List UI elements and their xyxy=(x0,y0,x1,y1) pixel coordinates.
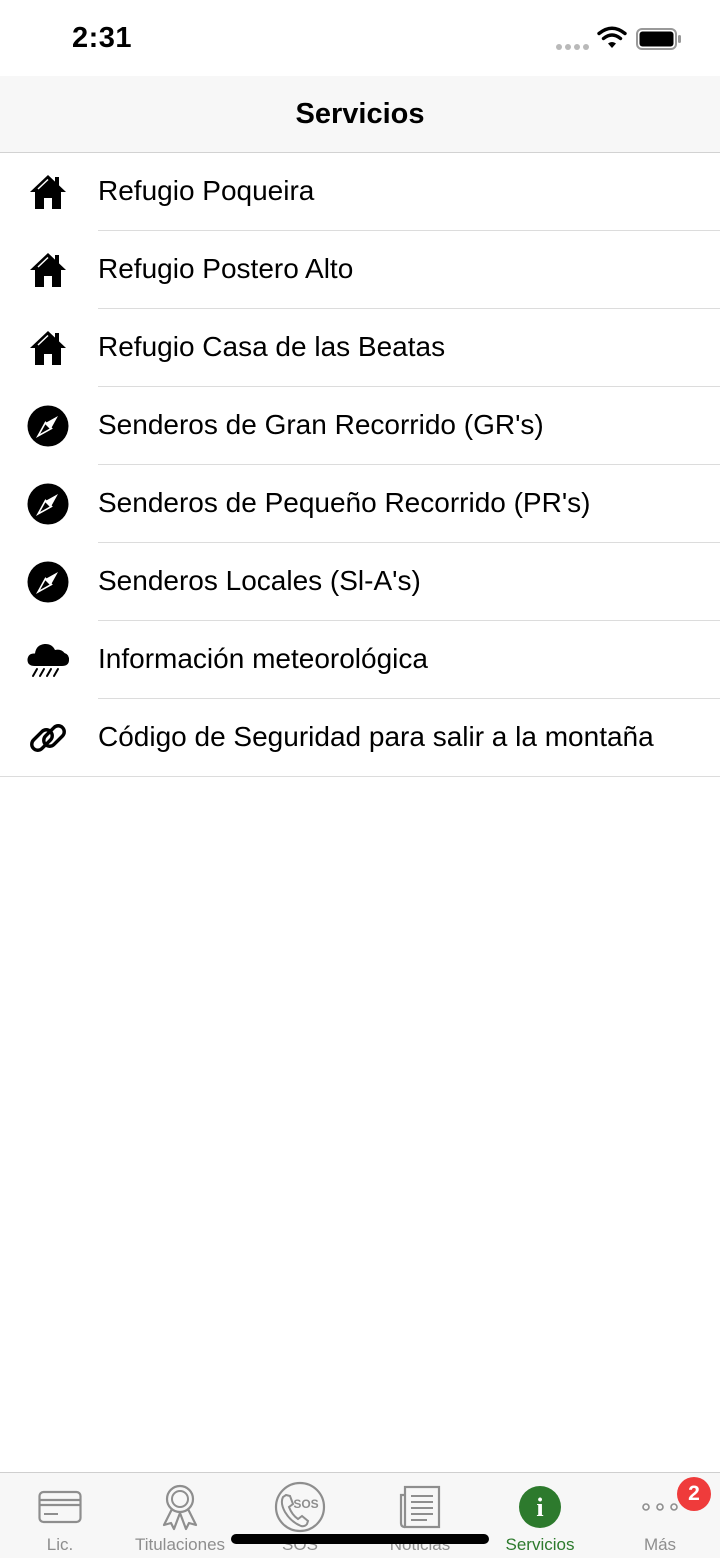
list-item-codigo-seguridad[interactable]: Código de Seguridad para salir a la mont… xyxy=(0,699,720,777)
list-item-label: Código de Seguridad para salir a la mont… xyxy=(98,721,654,752)
tab-label: Titulaciones xyxy=(134,1535,226,1554)
rain-cloud-icon xyxy=(26,638,70,682)
sos-phone-icon: SOS xyxy=(274,1481,326,1533)
svg-text:SOS: SOS xyxy=(293,1497,318,1511)
house-icon xyxy=(26,170,70,214)
list-item-label: Senderos Locales (Sl-A's) xyxy=(98,565,421,596)
award-ribbon-icon xyxy=(154,1481,206,1533)
tab-licencia[interactable]: Lic. xyxy=(0,1473,120,1558)
info-icon: i xyxy=(514,1481,566,1533)
house-icon xyxy=(26,248,70,292)
tab-sos[interactable]: SOS SOS xyxy=(240,1473,360,1558)
license-card-icon xyxy=(34,1481,86,1533)
tab-servicios[interactable]: i Servicios xyxy=(480,1473,600,1558)
battery-icon xyxy=(636,28,681,50)
newspaper-icon xyxy=(394,1481,446,1533)
compass-icon xyxy=(26,560,70,604)
list-item-refugio-poqueira[interactable]: Refugio Poqueira xyxy=(0,153,720,231)
services-list: Refugio Poqueira Refugio Postero Alto Re… xyxy=(0,153,720,777)
compass-icon xyxy=(26,404,70,448)
wifi-icon xyxy=(597,26,627,48)
status-time: 2:31 xyxy=(72,22,133,54)
tab-titulaciones[interactable]: Titulaciones xyxy=(120,1473,240,1558)
tab-label: Más xyxy=(643,1535,677,1554)
list-item-label: Senderos de Pequeño Recorrido (PR's) xyxy=(98,487,591,518)
list-item-senderos-locales[interactable]: Senderos Locales (Sl-A's) xyxy=(0,543,720,621)
home-indicator[interactable] xyxy=(231,1534,489,1544)
navigation-bar: Servicios xyxy=(0,76,720,153)
list-item-refugio-casa-beatas[interactable]: Refugio Casa de las Beatas xyxy=(0,309,720,387)
list-item-label: Refugio Postero Alto xyxy=(98,253,354,284)
notification-badge: 2 xyxy=(677,1477,711,1511)
tab-bar: Lic. Titulaciones SOS SOS Noticias i Ser… xyxy=(0,1472,720,1558)
list-item-informacion-meteorologica[interactable]: Información meteorológica xyxy=(0,621,720,699)
list-item-senderos-pr[interactable]: Senderos de Pequeño Recorrido (PR's) xyxy=(0,465,720,543)
tab-label: Lic. xyxy=(46,1535,74,1554)
list-item-label: Información meteorológica xyxy=(98,643,428,674)
tab-label: Servicios xyxy=(505,1535,575,1554)
list-item-label: Refugio Poqueira xyxy=(98,175,315,206)
screen: 2:31 Servicios Refugio Poqueira Refugio … xyxy=(0,0,720,1558)
list-item-label: Refugio Casa de las Beatas xyxy=(98,331,446,362)
link-icon xyxy=(26,716,70,760)
status-bar: 2:31 xyxy=(0,0,720,76)
page-title: Servicios xyxy=(295,97,425,130)
compass-icon xyxy=(26,482,70,526)
list-item-label: Senderos de Gran Recorrido (GR's) xyxy=(98,409,544,440)
svg-text:i: i xyxy=(536,1493,543,1522)
tab-noticias[interactable]: Noticias xyxy=(360,1473,480,1558)
cellular-signal-icon xyxy=(556,44,589,50)
list-item-refugio-postero-alto[interactable]: Refugio Postero Alto xyxy=(0,231,720,309)
list-item-senderos-gr[interactable]: Senderos de Gran Recorrido (GR's) xyxy=(0,387,720,465)
house-icon xyxy=(26,326,70,370)
